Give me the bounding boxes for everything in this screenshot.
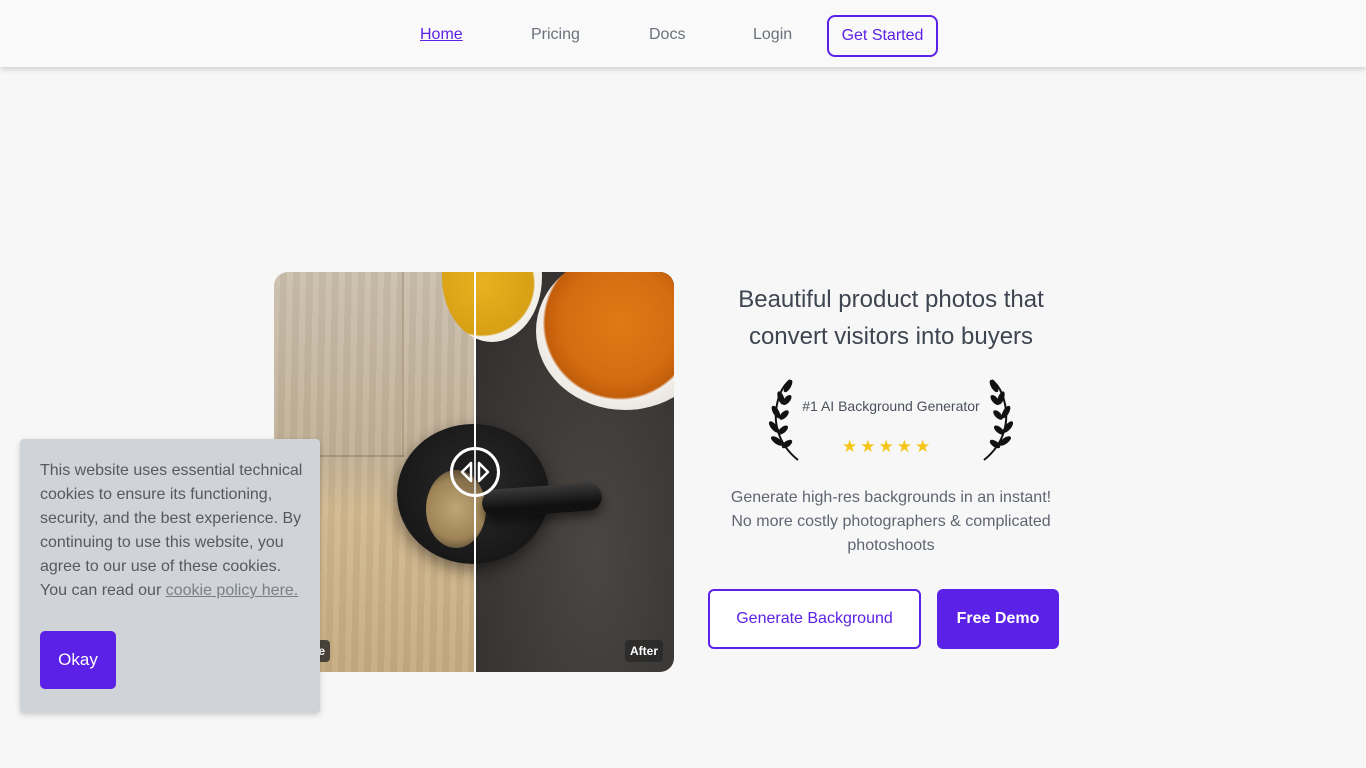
subtext-line-3: photoshoots <box>847 537 935 554</box>
headline-line-1: Beautiful product photos that <box>738 286 1044 313</box>
headline-line-2: convert visitors into buyers <box>748 323 1034 350</box>
after-label: After <box>625 640 664 662</box>
nav-link-login[interactable]: Login <box>753 26 792 44</box>
star-icon: ★ <box>896 437 912 456</box>
star-icon: ★ <box>842 437 858 456</box>
cookie-message-text: This website uses essential technical co… <box>40 462 303 599</box>
star-icon: ★ <box>878 437 894 456</box>
rating-stars: ★ ★ ★ ★ ★ <box>842 437 930 457</box>
cookie-policy-link[interactable]: cookie policy here. <box>166 582 299 599</box>
nav-link-docs[interactable]: Docs <box>649 26 685 44</box>
subtext-line-1: Generate high-res backgrounds in an inst… <box>730 489 1052 506</box>
nav-link-home[interactable]: Home <box>420 26 463 44</box>
cookie-banner: This website uses essential technical co… <box>20 439 320 713</box>
top-navbar: Home Pricing Docs Login Get Started <box>0 0 1366 67</box>
laurel-right-icon <box>983 379 1014 461</box>
before-after-comparison[interactable]: Before After <box>274 272 674 672</box>
wood-seam <box>402 272 404 457</box>
hero-headline: Beautiful product photos that convert vi… <box>700 281 1082 355</box>
get-started-button[interactable]: Get Started <box>827 15 938 57</box>
compare-handle-icon[interactable] <box>450 447 500 497</box>
generate-background-button[interactable]: Generate Background <box>708 589 921 649</box>
award-badge-text: #1 AI Background Generator <box>802 398 980 414</box>
cookie-okay-button[interactable]: Okay <box>40 631 116 689</box>
star-icon: ★ <box>915 437 931 456</box>
star-icon: ★ <box>860 437 876 456</box>
free-demo-button[interactable]: Free Demo <box>937 589 1059 649</box>
laurel-left-icon <box>768 379 799 461</box>
subtext-line-2: No more costly photographers & complicat… <box>731 513 1051 530</box>
hero-subtext: Generate high-res backgrounds in an inst… <box>700 486 1082 558</box>
cookie-message: This website uses essential technical co… <box>40 459 308 603</box>
nav-link-pricing[interactable]: Pricing <box>531 26 580 44</box>
